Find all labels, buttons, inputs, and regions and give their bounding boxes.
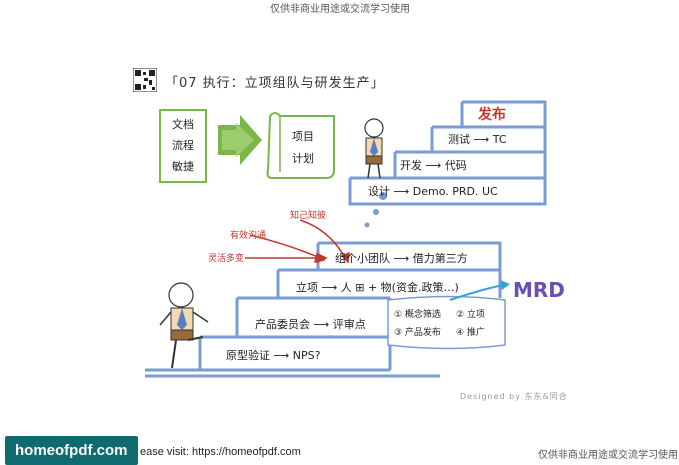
left-box-item: 流程 bbox=[172, 139, 194, 152]
review-point: ① 概念筛选 bbox=[394, 310, 441, 320]
step-develop: 开发 ⟶ 代码 bbox=[400, 159, 467, 172]
person-top-icon bbox=[364, 118, 384, 179]
brand-badge[interactable]: homeofpdf.com bbox=[5, 436, 138, 465]
review-point: ③ 产品发布 bbox=[394, 328, 441, 338]
arrow-label-communicate: 有效沟通 bbox=[230, 231, 267, 241]
scroll-text: 项目 计划 bbox=[292, 126, 314, 170]
step-team: 组个小团队 ⟶ 借力第三方 bbox=[335, 252, 468, 265]
step-release: 发布 bbox=[478, 107, 506, 123]
step-prototype: 原型验证 ⟶ NPS? bbox=[226, 349, 321, 362]
left-box-text: 文档 流程 敏捷 bbox=[172, 114, 194, 177]
arrow-label-know: 知己知彼 bbox=[290, 211, 327, 221]
mrd-label: MRD bbox=[513, 278, 565, 302]
step-design: 设计 ⟶ Demo. PRD. UC bbox=[368, 185, 498, 198]
scroll-item: 计划 bbox=[292, 152, 314, 165]
arrow-label-flexible: 灵活多变 bbox=[208, 254, 245, 264]
review-point: ④ 推广 bbox=[456, 328, 485, 338]
step-test: 测试 ⟶ TC bbox=[448, 133, 507, 146]
step-project: 立项 ⟶ 人 ⊞ + 物(资金.政策…) bbox=[296, 281, 459, 294]
step-committee: 产品委员会 ⟶ 评审点 bbox=[255, 318, 366, 331]
red-arrows bbox=[245, 219, 350, 264]
staircase-diagram bbox=[145, 100, 547, 378]
review-point: ② 立项 bbox=[456, 310, 485, 320]
designed-by: Designed by 东东&同合 bbox=[460, 392, 568, 401]
review-points: ① 概念筛选 ② 立项 ③ 产品发布 ④ 推广 bbox=[394, 306, 502, 342]
left-box-item: 文档 bbox=[172, 118, 194, 131]
scroll-item: 项目 bbox=[292, 130, 314, 143]
visit-link[interactable]: ease visit: https://homeofpdf.com bbox=[140, 446, 301, 458]
left-box-item: 敏捷 bbox=[172, 160, 194, 173]
